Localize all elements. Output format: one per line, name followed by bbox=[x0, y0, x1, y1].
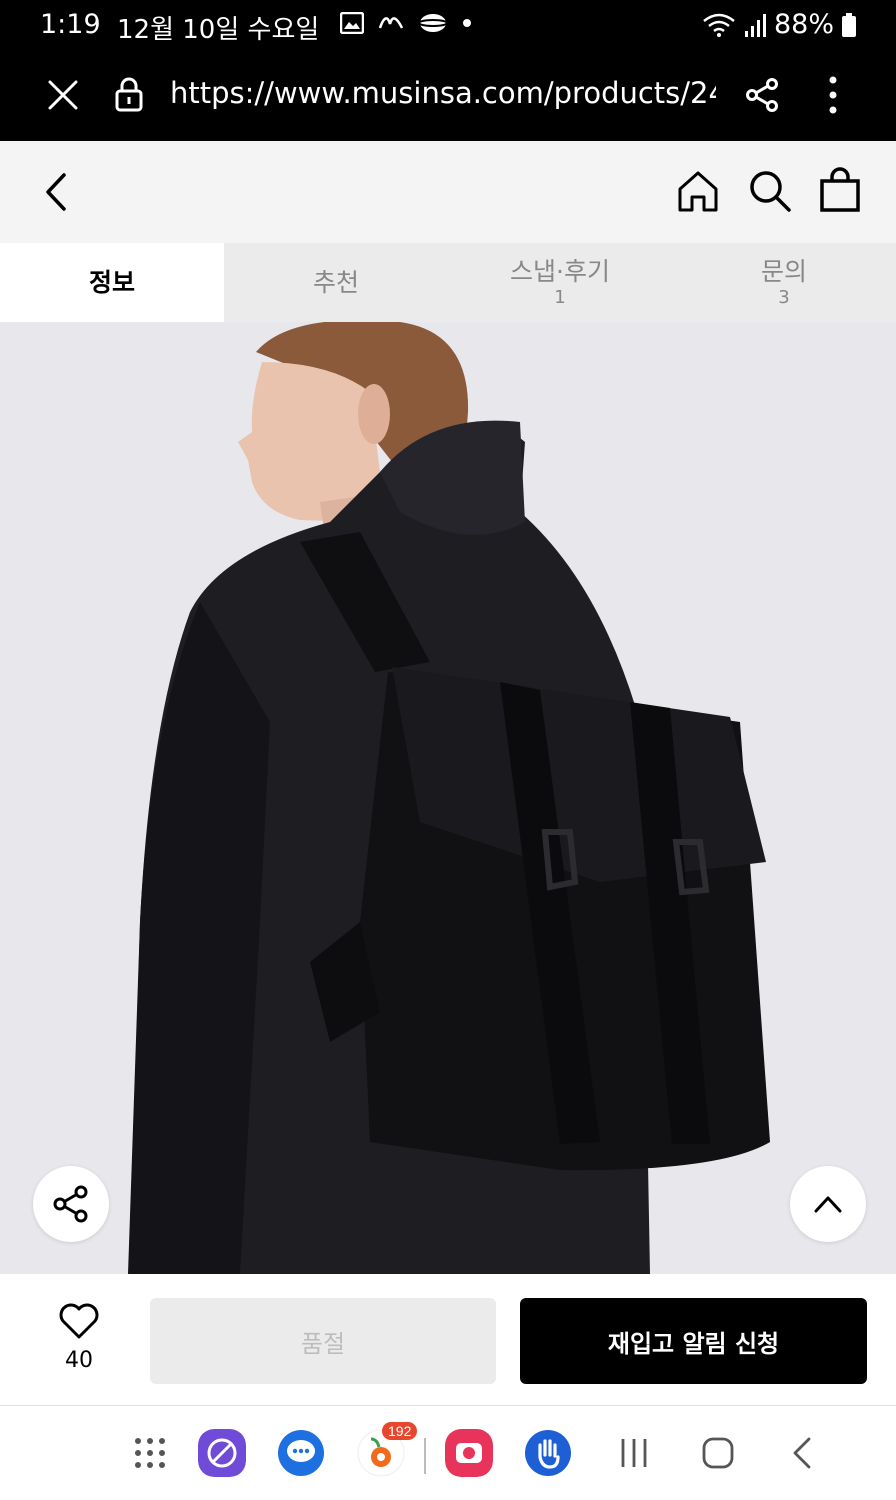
more-options-icon[interactable] bbox=[818, 74, 848, 116]
recent-apps-icon[interactable] bbox=[609, 1428, 659, 1478]
purchase-bar: 40 품절 재입고 알림 신청 bbox=[0, 1274, 896, 1406]
tab-label: 스냅·후기 bbox=[510, 256, 610, 286]
share-icon bbox=[53, 1185, 88, 1223]
gallery-icon bbox=[340, 12, 364, 34]
browser-url-bar: https://www.musinsa.com/products/24 bbox=[0, 50, 896, 141]
nav-divider bbox=[424, 1438, 426, 1474]
close-icon[interactable] bbox=[46, 78, 80, 112]
url-text[interactable]: https://www.musinsa.com/products/24 bbox=[170, 76, 716, 110]
home-button-icon[interactable] bbox=[693, 1428, 743, 1478]
tab-count: 1 bbox=[554, 286, 566, 308]
app-drawer-icon[interactable] bbox=[125, 1428, 175, 1478]
camera-app-icon[interactable] bbox=[444, 1428, 494, 1478]
restock-alert-button[interactable]: 재입고 알림 신청 bbox=[520, 1298, 867, 1384]
tab-count: 3 bbox=[778, 286, 790, 308]
notification-badge: 192 bbox=[382, 1422, 418, 1440]
status-time: 1:19 bbox=[40, 9, 101, 40]
lock-icon bbox=[115, 77, 143, 112]
heart-icon bbox=[59, 1303, 99, 1339]
tab-inquiry[interactable]: 문의 3 bbox=[672, 243, 896, 322]
soldout-button[interactable]: 품절 bbox=[150, 1298, 496, 1384]
battery-percent: 88% bbox=[773, 9, 834, 40]
tab-label: 정보 bbox=[88, 267, 135, 297]
dot-icon bbox=[463, 19, 471, 27]
like-button[interactable]: 40 bbox=[44, 1302, 114, 1373]
status-bar: 1:19 12월 10일 수요일 88% bbox=[0, 0, 896, 50]
product-image[interactable] bbox=[0, 322, 896, 1274]
tab-recommend[interactable]: 추천 bbox=[224, 243, 448, 322]
signal-icon bbox=[744, 13, 766, 37]
search-icon[interactable] bbox=[748, 169, 792, 213]
tab-label: 추천 bbox=[312, 267, 359, 297]
tab-snap-review[interactable]: 스냅·후기 1 bbox=[448, 243, 672, 322]
share-icon[interactable] bbox=[744, 77, 780, 113]
scroll-top-button[interactable] bbox=[790, 1166, 866, 1242]
cloud-icon bbox=[418, 14, 448, 32]
battery-icon bbox=[842, 12, 856, 37]
share-button[interactable] bbox=[33, 1166, 109, 1242]
like-count: 40 bbox=[65, 1348, 93, 1373]
system-nav-bar: 192 bbox=[0, 1406, 896, 1500]
back-icon[interactable] bbox=[38, 171, 74, 213]
browser-app-icon[interactable] bbox=[197, 1428, 247, 1478]
notification-icons bbox=[340, 12, 472, 34]
chevron-up-icon bbox=[814, 1196, 842, 1213]
app-notification-icon bbox=[378, 17, 404, 29]
shopping-bag-icon[interactable] bbox=[818, 167, 862, 213]
tab-label: 문의 bbox=[760, 256, 807, 286]
messages-app-icon[interactable] bbox=[276, 1428, 326, 1478]
wifi-icon bbox=[703, 13, 735, 37]
shopping-app-icon[interactable]: 192 bbox=[356, 1422, 418, 1478]
home-icon[interactable] bbox=[676, 169, 720, 213]
product-tabs: 정보 추천 스냅·후기 1 문의 3 bbox=[0, 243, 896, 322]
product-photo-illustration bbox=[0, 322, 896, 1274]
tab-info[interactable]: 정보 bbox=[0, 243, 224, 322]
status-date: 12월 10일 수요일 bbox=[117, 15, 320, 45]
app-header bbox=[0, 141, 896, 243]
hand-app-icon[interactable] bbox=[523, 1428, 573, 1478]
status-right: 88% bbox=[702, 9, 856, 40]
back-button-icon[interactable] bbox=[777, 1428, 827, 1478]
